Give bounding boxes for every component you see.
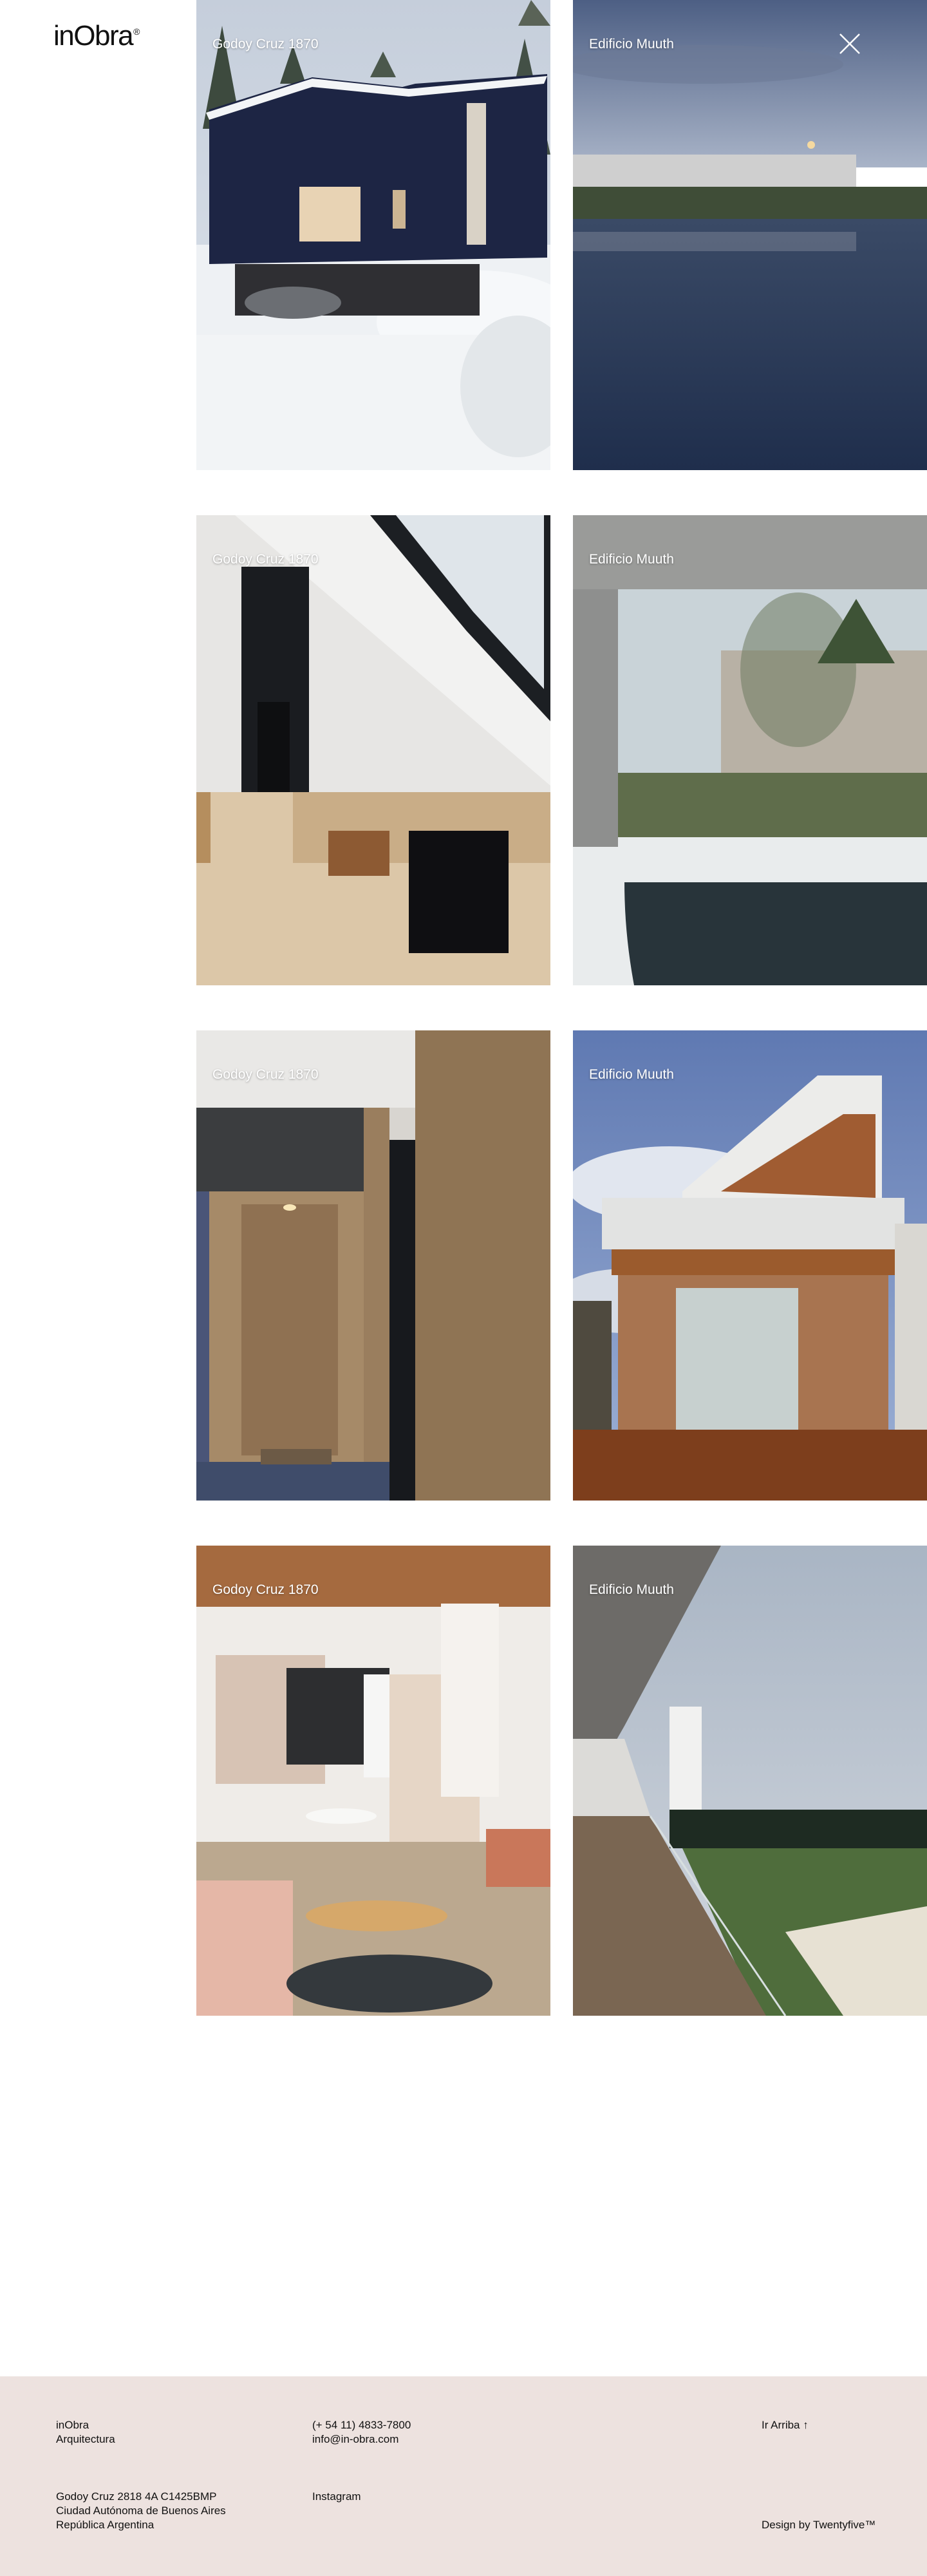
project-card[interactable]: Edificio Muuth [573, 1030, 927, 1501]
site-footer: inObra Arquitectura (+ 54 11) 4833-7800 … [0, 2376, 927, 2576]
footer-phone-link[interactable]: (+ 54 11) 4833-7800 [312, 2419, 411, 2431]
back-to-top-link[interactable]: Ir Arriba ↑ [762, 2419, 809, 2431]
footer-company-name: inObra [56, 2419, 89, 2431]
close-icon [839, 33, 860, 54]
project-card[interactable]: Edificio Muuth [573, 1546, 927, 2016]
design-credit-link[interactable]: Design by Twentyfive™ [762, 2519, 876, 2531]
project-title: Godoy Cruz 1870 [212, 37, 319, 52]
brand-logo-text: inObra [53, 20, 134, 52]
footer-address: Godoy Cruz 2818 4A C1425BMP Ciudad Autón… [56, 2490, 226, 2532]
project-image [196, 1030, 550, 1501]
project-title: Edificio Muuth [589, 552, 674, 567]
project-card[interactable]: Godoy Cruz 1870 [196, 0, 550, 470]
footer-company: inObra Arquitectura [56, 2418, 115, 2447]
brand-logo[interactable]: inObra® [53, 20, 140, 52]
project-card[interactable]: Godoy Cruz 1870 [196, 1546, 550, 2016]
footer-email-link[interactable]: info@in-obra.com [312, 2433, 398, 2445]
project-title: Godoy Cruz 1870 [212, 552, 319, 567]
footer-address-line: República Argentina [56, 2519, 154, 2531]
footer-back-to-top: Ir Arriba ↑ [762, 2418, 809, 2432]
project-title: Edificio Muuth [589, 1067, 674, 1082]
instagram-link[interactable]: Instagram [312, 2490, 361, 2503]
project-title: Edificio Muuth [589, 37, 674, 52]
project-card[interactable]: Godoy Cruz 1870 [196, 1030, 550, 1501]
project-title: Godoy Cruz 1870 [212, 1582, 319, 1597]
project-title: Edificio Muuth [589, 1582, 674, 1597]
project-card[interactable]: Edificio Muuth [573, 515, 927, 985]
footer-address-line: Ciudad Autónoma de Buenos Aires [56, 2505, 226, 2517]
project-image [573, 1546, 927, 2016]
footer-contact: (+ 54 11) 4833-7800 info@in-obra.com [312, 2418, 411, 2447]
project-image [196, 1546, 550, 2016]
project-image [196, 515, 550, 985]
project-card[interactable]: Godoy Cruz 1870 [196, 515, 550, 985]
project-title: Godoy Cruz 1870 [212, 1067, 319, 1082]
project-image [196, 0, 550, 470]
project-image [573, 0, 927, 470]
close-button[interactable] [838, 32, 861, 55]
registered-mark: ® [133, 26, 140, 37]
footer-social: Instagram [312, 2490, 361, 2504]
footer-address-line: Godoy Cruz 2818 4A C1425BMP [56, 2490, 217, 2503]
project-card[interactable]: Edificio Muuth [573, 0, 927, 470]
footer-company-tagline: Arquitectura [56, 2433, 115, 2445]
project-image [573, 515, 927, 985]
project-image [573, 1030, 927, 1501]
footer-credit: Design by Twentyfive™ [762, 2518, 876, 2532]
